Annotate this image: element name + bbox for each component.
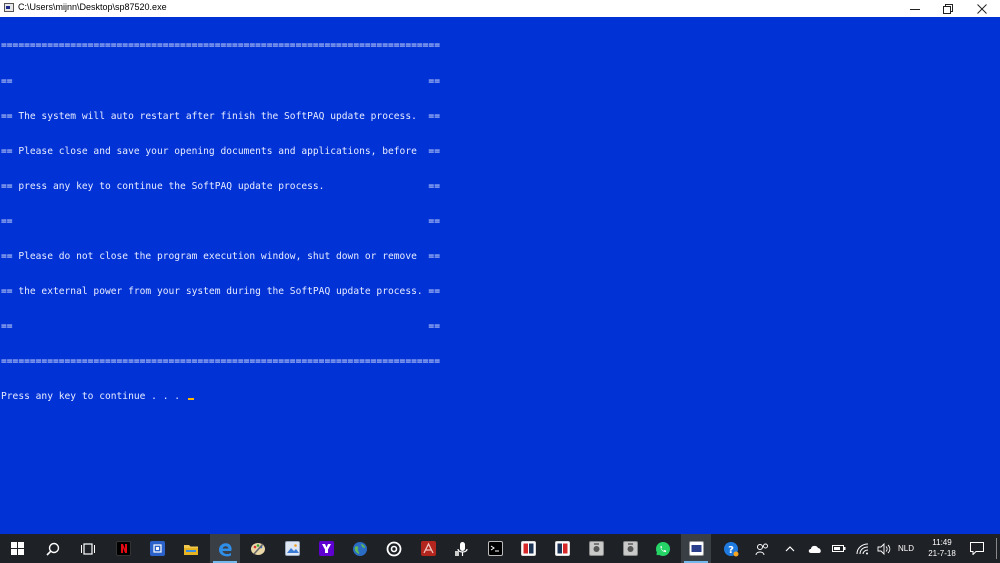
window-title-bar[interactable]: C:\Users\mijnn\Desktop\sp87520.exe (0, 0, 1000, 17)
edge-icon (219, 542, 232, 556)
search-button[interactable] (38, 534, 68, 563)
taskbar-app-installer-1[interactable] (581, 534, 611, 563)
speaker-icon (877, 542, 891, 555)
task-view-button[interactable] (73, 534, 103, 563)
start-button[interactable] (2, 534, 32, 563)
media-disc-icon (386, 541, 402, 556)
console-line: ========================================… (1, 356, 440, 368)
svg-text:?: ? (728, 545, 734, 556)
taskbar-app-sp87520-console[interactable] (681, 534, 711, 563)
windows-logo-icon (10, 542, 24, 555)
console-prompt-line: Press any key to continue . . . (1, 391, 440, 403)
console-line: == == (1, 321, 440, 333)
cloud-icon (808, 545, 821, 553)
taskbar-app-edge[interactable] (210, 534, 240, 563)
photos-icon (284, 541, 300, 556)
app-window-icon (554, 541, 570, 556)
console-output: ========================================… (1, 17, 440, 426)
taskbar-app-voice-recorder[interactable] (447, 534, 477, 563)
minimize-button[interactable] (898, 0, 932, 17)
taskbar-app-netflix[interactable] (108, 534, 138, 563)
yahoo-icon (318, 541, 334, 556)
text-cursor (187, 398, 194, 401)
battery-icon (832, 545, 846, 552)
wifi-button[interactable] (853, 534, 871, 563)
taskbar-app-photos[interactable] (277, 534, 307, 563)
taskbar-app-window-red[interactable] (513, 534, 543, 563)
action-center-button[interactable] (966, 534, 988, 563)
whatsapp-icon (656, 541, 670, 556)
taskbar-app-globe[interactable] (345, 534, 375, 563)
installer-box-icon (588, 541, 604, 556)
notification-icon (970, 542, 984, 555)
netflix-icon (115, 541, 131, 556)
paint-palette-icon (251, 543, 265, 555)
taskbar-app-paint[interactable] (243, 534, 273, 563)
console-line: == == (1, 215, 440, 227)
globe-icon (353, 541, 367, 556)
volume-button[interactable] (875, 534, 893, 563)
close-icon (977, 3, 987, 14)
people-button[interactable] (752, 534, 772, 563)
close-button[interactable] (965, 0, 999, 17)
console-prompt: Press any key to continue . . . (1, 391, 186, 403)
taskbar-app-yahoo[interactable] (311, 534, 341, 563)
taskbar-app-window-blue[interactable] (547, 534, 577, 563)
input-language-indicator[interactable]: NLD (898, 544, 914, 553)
taskbar-app-command-prompt[interactable] (480, 534, 510, 563)
task-view-icon (81, 542, 95, 555)
command-prompt-icon (487, 541, 503, 556)
clock-time: 11:49 (932, 538, 952, 547)
console-line: == press any key to continue the SoftPAQ… (1, 180, 440, 192)
clock-date: 21-7-18 (928, 549, 956, 558)
clock[interactable]: 11:49 21-7-18 (920, 537, 964, 559)
console-line: == == (1, 75, 440, 87)
minimize-icon (910, 8, 920, 10)
console-line: ========================================… (1, 40, 440, 52)
taskbar-app-file-explorer[interactable] (176, 534, 206, 563)
battery-button[interactable] (830, 534, 848, 563)
wifi-icon (856, 543, 868, 554)
feedback-hub-icon (149, 541, 165, 556)
window-title: C:\Users\mijnn\Desktop\sp87520.exe (18, 2, 167, 12)
help-question-icon: ? (724, 541, 739, 556)
taskbar: ? NLD 11:49 21-7-18 (0, 534, 1000, 563)
console-line: == Please close and save your opening do… (1, 145, 440, 157)
console-line: == Please do not close the program execu… (1, 250, 440, 262)
taskbar-app-whatsapp[interactable] (648, 534, 678, 563)
console-app-icon[interactable] (4, 3, 14, 12)
taskbar-app-pdf-reader[interactable] (413, 534, 443, 563)
restore-icon (943, 3, 953, 14)
show-hidden-icons-button[interactable] (782, 534, 798, 563)
taskbar-app-installer-2[interactable] (615, 534, 645, 563)
installer-box-icon (622, 541, 638, 556)
chevron-up-icon (785, 545, 795, 551)
microphone-icon (455, 541, 468, 556)
pdf-reader-icon (420, 541, 436, 556)
onedrive-button[interactable] (806, 534, 824, 563)
app-window-icon (520, 541, 536, 556)
taskbar-app-help[interactable]: ? (716, 534, 746, 563)
console-line: == the external power from your system d… (1, 286, 440, 298)
console-window[interactable]: ========================================… (0, 17, 1000, 534)
folder-icon (184, 544, 198, 555)
console-line: == The system will auto restart after fi… (1, 110, 440, 122)
taskbar-app-feedback[interactable] (142, 534, 172, 563)
show-desktop-button[interactable] (996, 538, 997, 559)
console-app-icon (688, 541, 704, 556)
taskbar-app-media-player[interactable] (379, 534, 409, 563)
search-icon (46, 542, 60, 556)
restore-button[interactable] (931, 0, 965, 17)
people-icon (755, 543, 768, 555)
